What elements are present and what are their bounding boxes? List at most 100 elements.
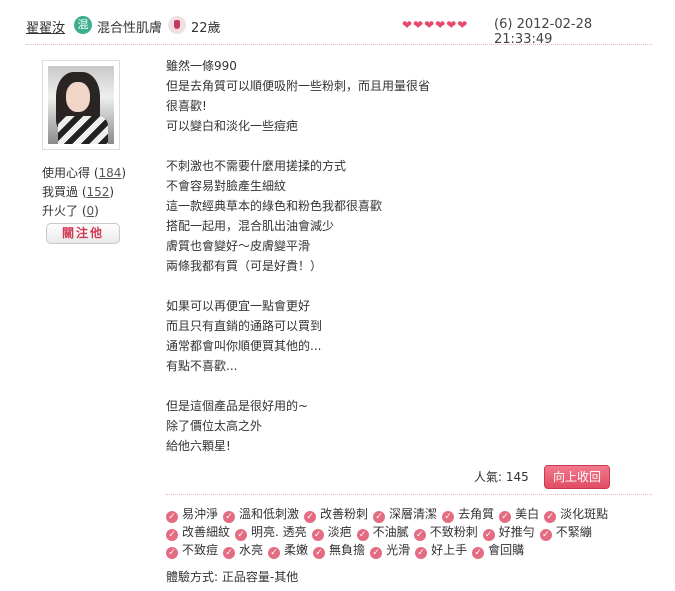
heart-check-icon: ✓ bbox=[472, 547, 485, 559]
effect-tag: ✓ 無負擔 bbox=[313, 541, 365, 559]
effect-tag: ✓ 明亮. 透亮 bbox=[235, 523, 307, 541]
effect-tag-label: 水亮 bbox=[239, 543, 264, 557]
heart-check-icon: ✓ bbox=[313, 547, 326, 559]
effect-tag: ✓ 光滑 bbox=[370, 541, 410, 559]
effect-tag: ✓ 淡疤 bbox=[311, 523, 352, 541]
heart-check-icon: ✓ bbox=[539, 529, 552, 541]
effect-tag-label: 淡化斑點 bbox=[560, 507, 609, 521]
effect-tag-label: 溫和低刺激 bbox=[239, 507, 300, 521]
effect-tag-label: 光滑 bbox=[386, 543, 411, 557]
review-line: 雖然一條990 bbox=[166, 59, 237, 73]
usage-count-link[interactable]: 184 bbox=[99, 166, 122, 180]
review-line: 而且只有直銷的通路可以買到 bbox=[166, 319, 323, 333]
avatar-image bbox=[48, 66, 114, 144]
effect-tag-label: 易沖淨 bbox=[182, 507, 219, 521]
effect-tag: ✓ 不油膩 bbox=[356, 523, 409, 541]
review-line: 給他六顆星! bbox=[166, 439, 231, 453]
effect-tag-label: 好推勻 bbox=[498, 525, 535, 539]
review-header: 翟翟汝 混 混合性肌膚 22歲 ❤❤❤❤❤❤ (6) 2012-02-28 21… bbox=[26, 12, 652, 47]
useful-button[interactable]: 向上收回 bbox=[544, 465, 610, 489]
popularity-count: 145 bbox=[505, 470, 529, 484]
age-label: 22歲 bbox=[191, 21, 221, 36]
review-line: 這一款經典草本的綠色和粉色我都很喜歡 bbox=[166, 199, 383, 213]
review-line: 通常都會叫你順便買其他的... bbox=[166, 339, 322, 353]
heart-check-icon: ✓ bbox=[370, 547, 383, 559]
heart-check-icon: ✓ bbox=[415, 547, 428, 559]
review-card: 翟翟汝 混 混合性肌膚 22歲 ❤❤❤❤❤❤ (6) 2012-02-28 21… bbox=[0, 0, 675, 591]
effect-tag-label: 柔嫩 bbox=[284, 543, 309, 557]
effect-tag-label: 無負擔 bbox=[329, 543, 366, 557]
review-line: 膚質也會變好～皮膚變平滑 bbox=[166, 239, 311, 253]
effect-tag-label: 不致痘 bbox=[182, 543, 219, 557]
review-line: 不刺激也不需要什麼用搓揉的方式 bbox=[166, 159, 347, 173]
popularity: 人氣: 145 bbox=[474, 470, 529, 484]
effect-tag-label: 明亮. 透亮 bbox=[251, 525, 307, 539]
header-divider bbox=[26, 44, 652, 45]
skin-type-label: 混合性肌膚 bbox=[97, 21, 163, 36]
effect-tag: ✓ 溫和低刺激 bbox=[223, 505, 299, 523]
effect-tag: ✓ 會回購 bbox=[472, 541, 524, 559]
effect-tag-label: 好上手 bbox=[431, 543, 468, 557]
effect-tag: ✓ 好推勻 bbox=[482, 523, 535, 541]
effect-tag: ✓ 不緊繃 bbox=[539, 523, 592, 541]
effect-tag-label: 去角質 bbox=[458, 507, 495, 521]
review-line: 很喜歡! bbox=[166, 99, 207, 113]
effect-tag: ✓ 好上手 bbox=[415, 541, 467, 559]
heart-check-icon: ✓ bbox=[544, 511, 557, 523]
effect-tag: ✓ 去角質 bbox=[442, 505, 494, 523]
bought-stat: 我買過 (152) bbox=[42, 185, 115, 199]
heart-check-icon: ✓ bbox=[373, 511, 386, 523]
heart-check-icon: ✓ bbox=[166, 529, 178, 541]
username-link[interactable]: 翟翟汝 bbox=[26, 17, 65, 36]
heart-check-icon: ✓ bbox=[499, 511, 512, 523]
effect-tags: ✓ 易沖淨 ✓ 溫和低刺激 ✓ 改善粉刺 ✓ 深層清潔 ✓ 去角質 ✓ 美白 ✓ 淡化斑點✓ 改善細紋 ✓ 明亮… bbox=[166, 505, 646, 559]
heart-check-icon: ✓ bbox=[223, 547, 236, 559]
heart-check-icon: ✓ bbox=[442, 511, 455, 523]
effect-tag-label: 深層清潔 bbox=[389, 507, 438, 521]
heart-check-icon: ✓ bbox=[304, 511, 317, 523]
effect-tag-label: 不油膩 bbox=[372, 525, 409, 539]
level-stat: 升火了 (0) bbox=[42, 204, 99, 218]
heart-rating-icon: ❤❤❤❤❤❤ bbox=[402, 18, 469, 32]
effect-tag: ✓ 改善細紋 bbox=[166, 523, 230, 541]
rating-count: (6) bbox=[494, 17, 513, 32]
effect-tag: ✓ 柔嫩 bbox=[268, 541, 308, 559]
skin-type-icon: 混 bbox=[74, 16, 92, 34]
rating-and-date: (6) 2012-02-28 21:33:49 bbox=[494, 17, 652, 47]
follow-button[interactable]: 關注他 bbox=[46, 223, 120, 244]
review-line: 但是去角質可以順便吸附一些粉刺，而且用量很省 bbox=[166, 79, 431, 93]
effect-tag: ✓ 美白 bbox=[499, 505, 539, 523]
effect-tag: ✓ 改善粉刺 bbox=[304, 505, 368, 523]
review-line bbox=[166, 276, 430, 296]
level-count-link[interactable]: 0 bbox=[87, 204, 95, 218]
review-line: 兩條我都有買（可是好貴！） bbox=[166, 259, 323, 273]
effect-tag: ✓ 易沖淨 bbox=[166, 505, 218, 523]
review-line: 可以變白和淡化一些痘疤 bbox=[166, 119, 299, 133]
age-icon bbox=[168, 16, 186, 34]
effect-tag-label: 改善粉刺 bbox=[320, 507, 369, 521]
heart-check-icon: ✓ bbox=[166, 511, 178, 523]
heart-check-icon: ✓ bbox=[413, 529, 426, 541]
heart-check-icon: ✓ bbox=[356, 529, 369, 541]
review-text: 雖然一條990 但是去角質可以順便吸附一些粉刺，而且用量很省 很喜歡! 可以變白和淡化… bbox=[166, 56, 430, 456]
effect-tag: ✓ 深層清潔 bbox=[373, 505, 437, 523]
heart-check-icon: ✓ bbox=[166, 547, 178, 559]
review-line: 除了價位太高之外 bbox=[166, 419, 263, 433]
effect-tag: ✓ 不致粉刺 bbox=[413, 523, 478, 541]
review-line bbox=[166, 136, 430, 156]
review-line: 如果可以再便宜一點會更好 bbox=[166, 299, 311, 313]
heart-check-icon: ✓ bbox=[223, 511, 236, 523]
effect-tag-label: 淡疤 bbox=[327, 525, 352, 539]
review-line: 有點不喜歡... bbox=[166, 359, 238, 373]
tags-divider bbox=[166, 494, 652, 495]
user-stats: 使用心得 (184) 我買過 (152) 升火了 (0) bbox=[42, 164, 126, 221]
effect-tag-label: 會回購 bbox=[488, 543, 525, 557]
experience-method: 體驗方式: 正品容量-其他 bbox=[166, 570, 299, 584]
bought-count-link[interactable]: 152 bbox=[87, 185, 110, 199]
effect-tag: ✓ 水亮 bbox=[223, 541, 263, 559]
usage-stat: 使用心得 (184) bbox=[42, 166, 127, 180]
avatar[interactable] bbox=[42, 60, 120, 150]
heart-check-icon: ✓ bbox=[482, 529, 495, 541]
review-line: 不會容易對臉產生細紋 bbox=[166, 179, 287, 193]
heart-check-icon: ✓ bbox=[268, 547, 281, 559]
